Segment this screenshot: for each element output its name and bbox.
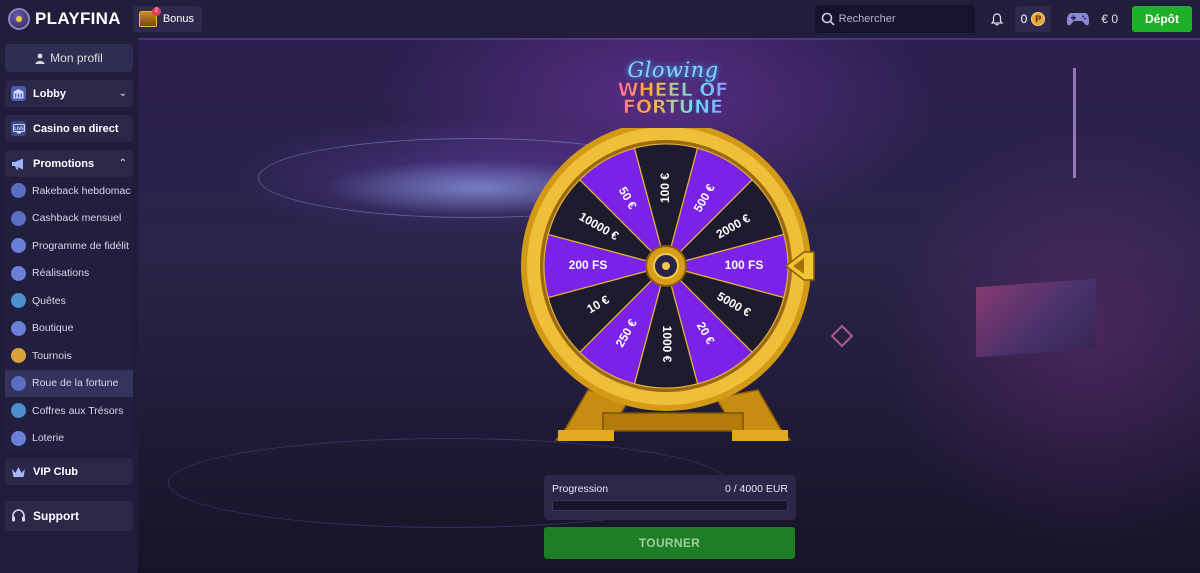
wheel-segment-label: 100 FS [725, 258, 764, 272]
megaphone-icon [11, 156, 26, 171]
brand-name: PLAYFINA [35, 9, 121, 28]
crown-icon [11, 464, 26, 479]
sidebar-item-support[interactable]: Support [5, 501, 133, 531]
bonus-button[interactable]: 2 Bonus [132, 6, 203, 32]
sidebar-item-label: Loterie [32, 432, 65, 445]
sidebar-item-rakeback[interactable]: Rakeback hebdomac [5, 177, 133, 205]
background-lamp [830, 324, 854, 348]
chest-icon [11, 403, 26, 419]
loyalty-icon [11, 238, 26, 254]
search-box[interactable] [814, 5, 975, 33]
deposit-button[interactable]: Dépôt [1132, 6, 1192, 32]
progress-card: Progression 0 / 4000 EUR [544, 475, 796, 520]
sidebar-item-loyalty[interactable]: Programme de fidélit [5, 232, 133, 260]
my-profile-label: Mon profil [50, 51, 103, 65]
achievements-icon [11, 265, 26, 281]
wallet-balance[interactable]: € 0 [1101, 12, 1118, 26]
quests-icon [11, 293, 26, 309]
bonus-label: Bonus [162, 13, 195, 25]
progress-label: Progression [552, 483, 609, 495]
progress-value: 0 / 4000 EUR [724, 483, 788, 495]
fortune-wheel: 100 €500 €2000 €100 FS5000 €20 €1000 €25… [521, 128, 815, 441]
svg-text:LIVE: LIVE [14, 126, 24, 131]
sidebar-item-label: Réalisations [32, 267, 90, 280]
sidebar-item-promotions[interactable]: Promotions ⌃ [5, 150, 133, 177]
support-label: Support [33, 509, 79, 523]
sidebar-item-shop[interactable]: Boutique [5, 315, 133, 343]
search-icon [821, 12, 835, 26]
lobby-icon [11, 86, 26, 101]
wheel-segment-label: 200 FS [569, 258, 608, 272]
background-poster [976, 278, 1096, 358]
sidebar-item-label: Coffres aux Trésors [32, 404, 124, 417]
progress-bar [552, 500, 788, 511]
points-value: 0 [1020, 12, 1028, 26]
top-header: PLAYFINA 2 Bonus 0 P € 0 Dépôt [0, 0, 1200, 38]
user-icon [35, 53, 45, 64]
sidebar-item-label: Programme de fidélit [32, 239, 129, 252]
sidebar-item-chest[interactable]: Coffres aux Trésors [5, 397, 133, 425]
sidebar-item-live-casino[interactable]: LIVE Casino en direct [5, 115, 133, 142]
rakeback-icon [11, 183, 26, 199]
search-input[interactable] [838, 13, 969, 25]
cashback-icon [11, 210, 26, 226]
sidebar-item-label: Roue de la fortune [32, 377, 119, 390]
wheel-title: Glowing WHEEL OF FORTUNE [603, 58, 743, 117]
wheel-of-fortune-page: Glowing WHEEL OF FORTUNE 100 €500 €2000 … [138, 38, 1200, 573]
sidebar-item-vip-club[interactable]: VIP Club [5, 458, 133, 485]
trophy-icon [11, 348, 26, 364]
bonus-count-badge: 2 [151, 7, 161, 16]
sidebar-item-label: Boutique [32, 322, 74, 335]
chevron-down-icon: ⌄ [118, 88, 127, 99]
promotions-section: Promotions ⌃ Rakeback hebdomac Cashback m… [5, 150, 133, 452]
sidebar-item-lobby[interactable]: Lobby ⌄ [5, 80, 133, 107]
headset-icon [11, 509, 26, 524]
sidebar-item-quests[interactable]: Quêtes [5, 287, 133, 315]
background-neon-line [138, 38, 1200, 40]
my-profile-button[interactable]: Mon profil [5, 44, 133, 72]
lottery-icon [11, 430, 26, 446]
sidebar-item-label: Cashback mensuel [32, 212, 122, 225]
chevron-up-icon: ⌃ [118, 158, 127, 169]
gamepad-icon[interactable] [1065, 8, 1091, 30]
loyalty-points[interactable]: 0 P [1014, 6, 1052, 32]
sidebar-item-trophy[interactable]: Tournois [5, 342, 133, 370]
sidebar-item-wheel[interactable]: Roue de la fortune [5, 369, 133, 397]
sidebar-item-label: Quêtes [32, 294, 66, 307]
sidebar-item-achievements[interactable]: Réalisations [5, 260, 133, 288]
treasure-chest-icon: 2 [138, 7, 161, 27]
points-coin-icon: P [1031, 12, 1046, 26]
sidebar: Mon profil Lobby ⌄ LIVE Casino en direct… [0, 38, 138, 573]
promotions-label: Promotions [33, 157, 95, 170]
vip-club-label: VIP Club [33, 465, 79, 478]
lobby-label: Lobby [33, 87, 66, 100]
brand-logo-icon [8, 8, 30, 30]
shop-icon [11, 320, 26, 336]
live-casino-icon: LIVE [11, 121, 26, 136]
sidebar-item-label: Tournois [32, 349, 72, 362]
wheel-title-line-2: FORTUNE [603, 97, 743, 117]
wheel-segment-label: 100 € [658, 173, 672, 203]
wheel-segment-label: 1000 € [660, 326, 674, 363]
background-neon-line [1073, 68, 1076, 178]
spin-button[interactable]: TOURNER [544, 527, 795, 559]
brand-logo[interactable]: PLAYFINA [8, 8, 121, 30]
notification-bell-icon[interactable] [987, 9, 1007, 29]
sidebar-item-lottery[interactable]: Loterie [5, 425, 133, 453]
sidebar-item-cashback[interactable]: Cashback mensuel [5, 205, 133, 233]
live-casino-label: Casino en direct [33, 122, 119, 135]
sidebar-item-label: Rakeback hebdomac [32, 184, 131, 197]
wheel-icon [11, 375, 26, 391]
